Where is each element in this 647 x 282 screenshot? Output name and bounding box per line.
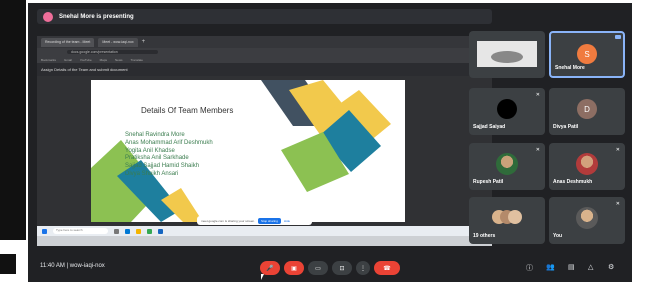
browser-tab-strip: Recording of the team - Meet Meet - wow-… [37, 36, 492, 48]
bookmarks-bar: Bookmarks Gmail YouTube Maps News Transl… [37, 56, 492, 63]
present-icon: ⊡ [339, 265, 345, 272]
app-icon[interactable] [158, 228, 163, 234]
captions-button[interactable]: ▭ [308, 261, 328, 275]
camera-off-button[interactable]: ▣ [284, 261, 304, 275]
avatar: D [577, 99, 597, 119]
bookmark-item[interactable]: YouTube [80, 58, 92, 62]
host-controls-icon[interactable]: ⚙ [608, 263, 614, 271]
participant-tile[interactable]: D Divya Patil [549, 88, 625, 135]
participant-photo [576, 207, 598, 229]
info-icon[interactable]: ⓘ [526, 263, 533, 273]
stop-sharing-button[interactable]: Stop sharing [258, 217, 281, 224]
presentation-thumbnail-icon [477, 41, 537, 67]
camera-off-icon: ▣ [291, 265, 297, 272]
participant-tile-active[interactable]: S Snehal More [549, 31, 625, 78]
mic-muted-icon: ✕ [535, 147, 540, 153]
presenter-banner: Snehal More is presenting [37, 9, 492, 24]
mic-muted-icon: ✕ [615, 201, 620, 207]
document-title: Assign Details of the Team and submit do… [41, 67, 128, 72]
member-name: Snehal Ravindra More [125, 132, 185, 138]
presenter-avatar-icon [43, 11, 53, 22]
participant-name: Snehal More [555, 65, 585, 71]
member-name: Pratiksha Anil Sarkhade [125, 155, 189, 162]
browser-tab[interactable]: Meet - wow-iaqi-nox [98, 37, 138, 47]
participant-tile[interactable]: ✕ Sajjad Saiyad [469, 88, 545, 135]
mic-muted-icon: ✕ [615, 147, 620, 153]
member-name: Sajjad Sajjad Hamid Shaikh [125, 163, 200, 170]
mic-off-button[interactable]: 🎤 [260, 261, 280, 275]
participant-tile[interactable]: ✕ Anas Deshmukh [549, 143, 625, 190]
windows-taskbar: Type here to search [37, 226, 492, 236]
hide-notice-button[interactable]: Hide [284, 219, 290, 223]
address-url[interactable]: docs.google.com/presentation [67, 50, 158, 54]
presentation-slide: Details Of Team Members Snehal Ravindra … [91, 80, 405, 222]
member-name: Yogita Anil Khadse [125, 147, 175, 154]
participant-name: You [553, 233, 563, 239]
screen-share-notice: meet.google.com is sharing your screen. … [197, 216, 312, 225]
participant-name: Divya Patil [553, 124, 579, 130]
participant-photo [496, 153, 518, 175]
slide-title: Details Of Team Members [141, 106, 234, 115]
meeting-time-code: 11:40 AM | wow-iaqi-nox [40, 263, 105, 269]
participant-name: 19 others [473, 233, 496, 239]
member-name: Divya Shaikh Ansari [125, 170, 179, 177]
people-icon[interactable]: 👥 [546, 263, 555, 271]
more-options-button[interactable]: ⋮ [356, 261, 370, 275]
participant-name: Rupesh Patil [473, 179, 504, 185]
browser-tab[interactable]: Recording of the team - Meet [41, 37, 95, 47]
windows-start-icon[interactable] [42, 228, 47, 234]
participant-tile-self[interactable]: ✕ You [549, 197, 625, 244]
participant-tile[interactable]: ✕ Rupesh Patil [469, 143, 545, 190]
bookmark-item[interactable]: Bookmarks [41, 58, 56, 62]
mouse-cursor-icon [261, 274, 267, 280]
taskbar-search[interactable]: Type here to search [53, 228, 108, 234]
group-avatars-icon [492, 210, 522, 224]
participant-photo [576, 153, 598, 175]
left-edge-dark-block [0, 254, 16, 274]
mic-muted-icon: ✕ [535, 92, 540, 98]
shared-screen: Recording of the team - Meet Meet - wow-… [37, 36, 492, 246]
browser-address-bar: docs.google.com/presentation [37, 48, 492, 56]
participant-tile-thumbnail[interactable] [469, 31, 545, 78]
activities-icon[interactable]: △ [588, 263, 593, 271]
end-call-icon: ☎ [383, 265, 391, 272]
left-edge-dark-region [0, 0, 26, 240]
member-name: Anas Mohammad Arif Deshmukh [125, 139, 213, 146]
end-call-button[interactable]: ☎ [374, 261, 400, 275]
avatar: S [577, 44, 597, 64]
more-vertical-icon: ⋮ [360, 265, 366, 272]
participant-name: Anas Deshmukh [553, 179, 593, 185]
new-tab-icon[interactable]: + [142, 39, 146, 45]
avatar [497, 99, 517, 119]
member-list: Snehal Ravindra More Anas Mohammad Arif … [125, 132, 213, 178]
participant-tile-group[interactable]: 19 others [469, 197, 545, 244]
participant-name: Sajjad Saiyad [473, 124, 506, 130]
bookmark-item[interactable]: Gmail [64, 58, 72, 62]
meet-window: Snehal More is presenting Recording of t… [28, 3, 632, 282]
task-view-icon[interactable] [114, 228, 119, 234]
mic-off-icon: 🎤 [266, 265, 274, 272]
captions-icon: ▭ [315, 265, 321, 272]
presenter-banner-text: Snehal More is presenting [59, 13, 134, 20]
chrome-icon[interactable] [147, 228, 152, 234]
bookmark-item[interactable]: News [115, 58, 123, 62]
more-options-icon[interactable] [615, 35, 621, 39]
chat-icon[interactable]: ▤ [568, 263, 575, 271]
bookmark-item[interactable]: Maps [100, 58, 107, 62]
bookmark-item[interactable]: Translate [131, 58, 143, 62]
present-button[interactable]: ⊡ [332, 261, 352, 275]
share-notice-text: meet.google.com is sharing your screen. [201, 218, 256, 223]
file-explorer-icon[interactable] [136, 228, 141, 234]
edge-icon[interactable] [125, 228, 130, 234]
slides-toolbar: Assign Details of the Team and submit do… [37, 63, 492, 76]
